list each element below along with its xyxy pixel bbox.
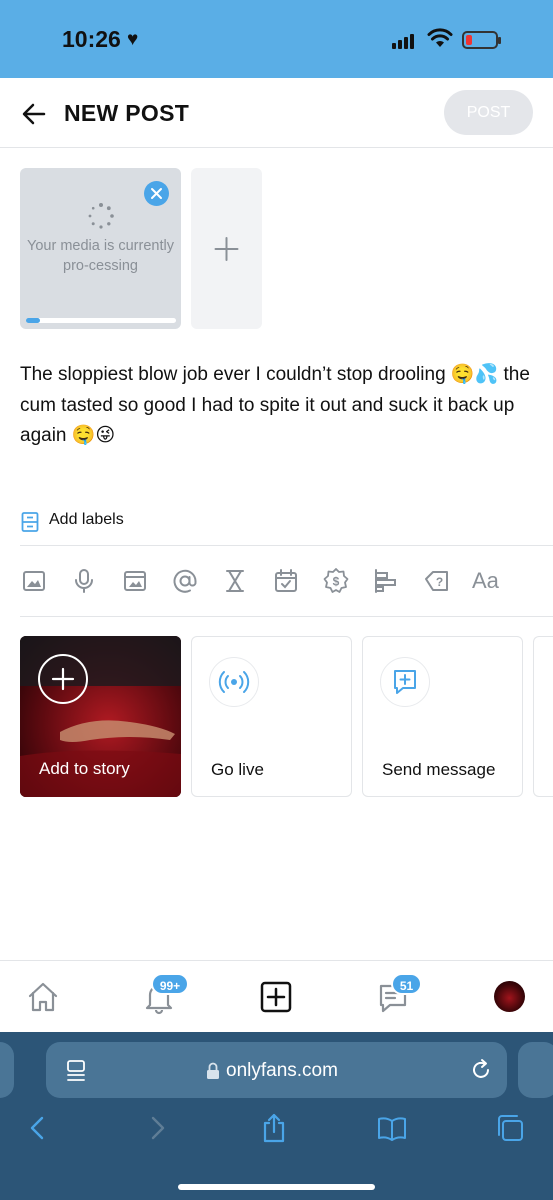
lock-icon <box>207 1062 219 1079</box>
add-labels-label: Add labels <box>49 511 124 528</box>
image-icon[interactable] <box>20 567 48 595</box>
browser-toolbar: onlyfans.com <box>0 1032 553 1200</box>
text-format-icon[interactable]: Aa <box>472 567 508 595</box>
browser-back-icon[interactable] <box>22 1112 54 1144</box>
microphone-icon[interactable] <box>70 567 98 595</box>
cellular-signal-icon <box>392 31 416 49</box>
avatar[interactable] <box>494 981 525 1012</box>
processing-text: Your media is currently pro-cessing <box>27 238 174 274</box>
reload-icon[interactable] <box>469 1058 493 1082</box>
svg-text:?: ? <box>436 575 443 589</box>
poll-icon[interactable] <box>372 567 400 595</box>
add-story-plus-button[interactable] <box>38 654 88 704</box>
battery-icon <box>462 31 501 49</box>
status-time: 10:26 <box>62 26 121 52</box>
status-bar: 10:26 ♥ <box>0 0 553 78</box>
bottom-nav: 99+ 51 <box>0 960 553 1032</box>
divider <box>20 545 553 546</box>
heart-icon: ♥ <box>127 29 139 50</box>
home-icon[interactable] <box>25 979 61 1015</box>
wifi-icon <box>427 28 453 47</box>
live-broadcast-icon <box>218 671 250 693</box>
more-actions-card[interactable] <box>533 636 553 797</box>
plus-icon <box>51 667 75 691</box>
vault-icon[interactable] <box>121 567 149 595</box>
calendar-icon[interactable] <box>272 567 300 595</box>
post-text-input[interactable]: The sloppiest blow job ever I couldn’t s… <box>20 360 535 452</box>
home-indicator <box>178 1184 375 1190</box>
add-to-story-label: Add to story <box>39 759 130 778</box>
messages-badge: 51 <box>391 973 422 995</box>
label-icon <box>21 512 39 532</box>
close-icon <box>151 188 162 199</box>
hourglass-icon[interactable] <box>221 567 249 595</box>
plus-icon <box>214 237 239 261</box>
live-icon-circle <box>209 657 259 707</box>
go-live-label: Go live <box>211 760 264 779</box>
browser-forward-icon[interactable] <box>141 1112 173 1144</box>
post-button[interactable]: POST <box>444 90 533 135</box>
back-arrow-icon[interactable] <box>20 100 48 128</box>
svg-text:$: $ <box>333 575 340 589</box>
message-icon-circle <box>380 657 430 707</box>
bookmarks-icon[interactable] <box>376 1112 408 1144</box>
post-header: NEW POST POST <box>0 78 553 148</box>
address-bar[interactable]: onlyfans.com <box>46 1042 507 1098</box>
message-plus-icon <box>394 670 416 694</box>
go-live-card[interactable]: Go live <box>191 636 352 797</box>
loading-spinner-icon <box>88 203 114 229</box>
remove-media-button[interactable] <box>144 181 169 206</box>
add-media-button[interactable] <box>191 168 262 329</box>
processing-progress-bar <box>26 318 176 323</box>
previous-tab-pill[interactable] <box>0 1042 14 1098</box>
reader-icon[interactable] <box>66 1059 88 1083</box>
new-post-icon[interactable] <box>258 979 294 1015</box>
media-thumbnail[interactable]: Your media is currently pro-cessing <box>20 168 181 329</box>
share-icon[interactable] <box>258 1112 290 1144</box>
url-text: onlyfans.com <box>226 1060 338 1081</box>
next-tab-pill[interactable] <box>518 1042 553 1098</box>
page-title: NEW POST <box>64 100 190 126</box>
send-message-label: Send message <box>382 760 496 779</box>
send-message-card[interactable]: Send message <box>362 636 523 797</box>
mention-icon[interactable] <box>171 567 199 595</box>
tabs-icon[interactable] <box>494 1112 526 1144</box>
divider <box>20 616 553 617</box>
price-icon[interactable]: $ <box>322 567 350 595</box>
add-to-story-card[interactable]: Add to story <box>20 636 181 797</box>
post-toolbar: $ ? Aa <box>20 565 540 597</box>
quiz-icon[interactable]: ? <box>423 567 451 595</box>
notifications-badge: 99+ <box>151 973 189 995</box>
